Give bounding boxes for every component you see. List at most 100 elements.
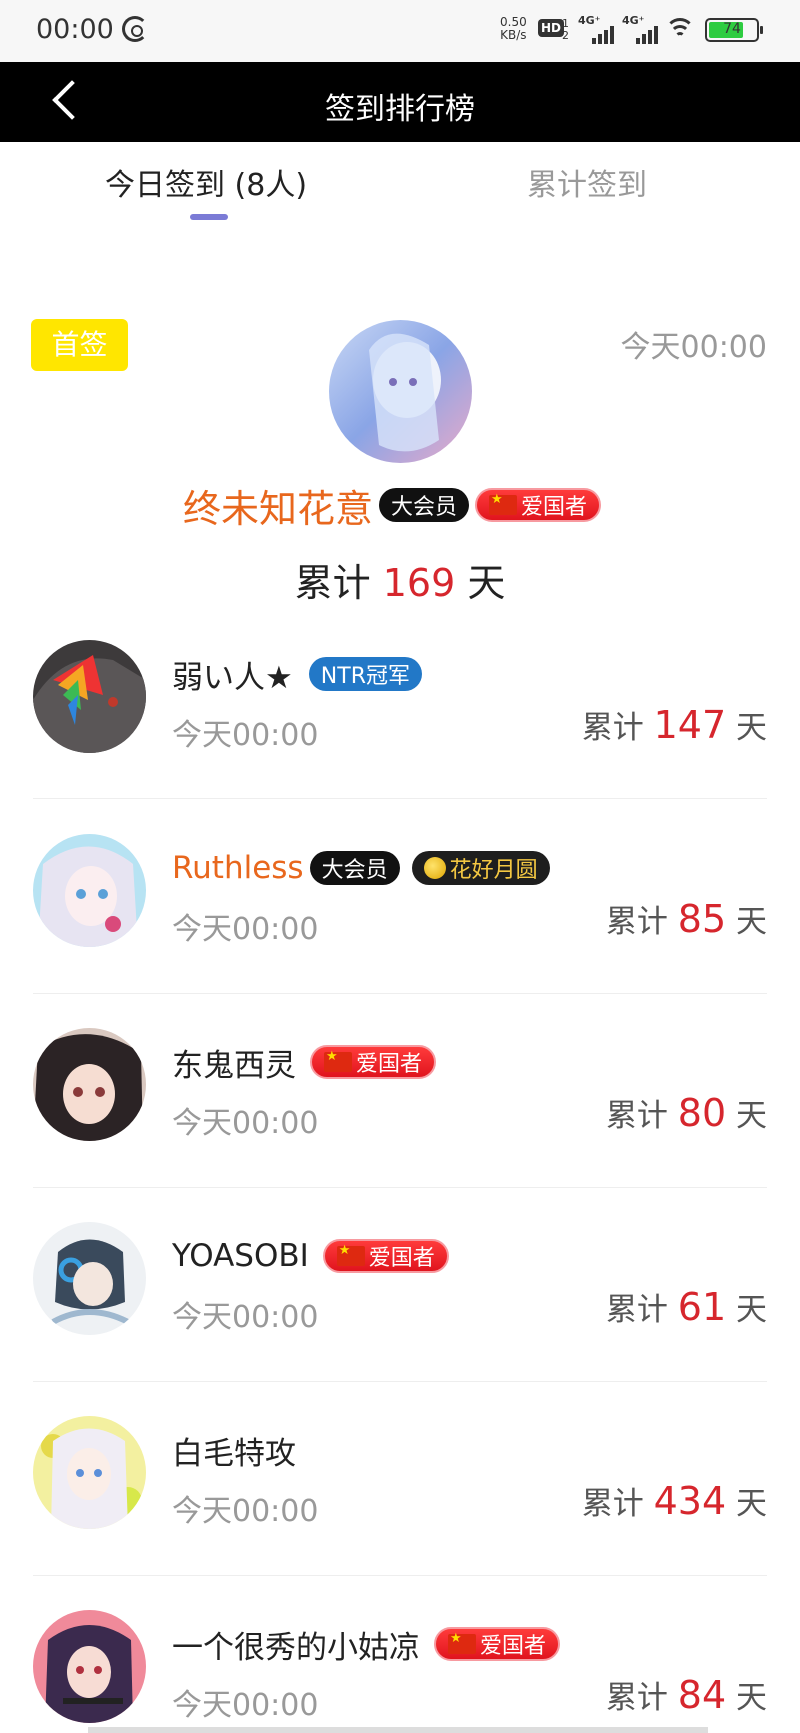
total-days: 147 — [653, 703, 727, 747]
signal-1-label: 4G⁺ — [578, 14, 601, 27]
entry-time: 今天00:00 — [172, 1494, 319, 1529]
total-prefix: 累计 — [605, 904, 668, 940]
network-speed: 0.50 KB/s — [500, 16, 527, 42]
entry-name[interactable]: 弱い人★ — [172, 652, 293, 697]
avatar[interactable] — [329, 320, 472, 463]
top-entry-name-row: 终未知花意 大会员 爱国者 — [183, 478, 602, 533]
total-suffix: 天 — [467, 561, 506, 605]
patriot-badge: 爱国者 — [475, 488, 602, 522]
avatar[interactable] — [33, 1610, 146, 1723]
patriot-badge: 爱国者 — [434, 1627, 561, 1661]
patriot-badge: 爱国者 — [310, 1045, 437, 1079]
list-item[interactable]: YOASOBI 爱国者 今天00:00 累计 61 天 — [0, 1222, 800, 1416]
entry-total: 累计 80 天 — [606, 1090, 767, 1135]
coin-icon — [423, 857, 446, 879]
china-flag-icon — [324, 1049, 352, 1072]
divider — [33, 1381, 767, 1382]
vip-badge: 大会员 — [379, 488, 470, 522]
entry-name-row: 东鬼西灵 爱国者 — [172, 1040, 437, 1085]
divider — [33, 1187, 767, 1188]
avatar[interactable] — [33, 1416, 146, 1529]
total-prefix: 累计 — [581, 710, 644, 746]
entry-name-row: 一个很秀的小姑凉 爱国者 — [172, 1622, 561, 1667]
scroll-indicator — [88, 1727, 708, 1733]
list-item[interactable]: 弱い人★ NTR冠军 今天00:00 累计 147 天 — [0, 640, 800, 834]
battery-icon: 74 — [705, 18, 763, 42]
entry-total: 累计 84 天 — [606, 1672, 767, 1717]
entry-time: 今天00:00 — [172, 1106, 319, 1141]
total-suffix: 天 — [736, 710, 767, 746]
entry-time: 今天00:00 — [172, 1300, 319, 1335]
moon-badge: 花好月圆 — [411, 851, 550, 885]
divider — [33, 993, 767, 994]
tab-cumulative[interactable]: 累计签到 — [527, 160, 647, 204]
entry-name[interactable]: 东鬼西灵 — [172, 1040, 296, 1085]
moon-badge-label: 花好月圆 — [449, 858, 538, 883]
divider — [33, 798, 767, 799]
total-days: 85 — [677, 897, 727, 941]
total-suffix: 天 — [736, 1680, 767, 1716]
app-notification-icon — [122, 16, 148, 42]
entry-name[interactable]: 一个很秀的小姑凉 — [172, 1622, 420, 1667]
entry-total: 累计 147 天 — [582, 702, 767, 747]
entry-total: 累计 85 天 — [606, 896, 767, 941]
entry-name-row: 弱い人★ NTR冠军 — [172, 652, 422, 696]
entry-name-row: YOASOBI 爱国者 — [172, 1234, 449, 1278]
total-suffix: 天 — [736, 1486, 767, 1522]
avatar[interactable] — [33, 1028, 146, 1141]
entry-time: 今天00:00 — [172, 718, 319, 753]
total-prefix: 累计 — [605, 1098, 668, 1134]
tab-today[interactable]: 今日签到 (8人) — [105, 160, 307, 204]
ntr-badge: NTR冠军 — [308, 657, 422, 691]
status-bar: 00:00 0.50 KB/s HD 1 2 4G⁺ 4G⁺ 74 — [0, 0, 800, 62]
entry-name[interactable]: YOASOBI — [172, 1238, 309, 1274]
total-suffix: 天 — [736, 1292, 767, 1328]
entry-total: 累计 61 天 — [606, 1284, 767, 1329]
total-prefix: 累计 — [294, 561, 371, 605]
total-prefix: 累计 — [581, 1486, 644, 1522]
total-prefix: 累计 — [605, 1292, 668, 1328]
patriot-badge-label: 爱国者 — [368, 1246, 435, 1271]
entry-time: 今天00:00 — [172, 912, 319, 947]
china-flag-icon — [489, 492, 518, 515]
avatar[interactable] — [33, 640, 146, 753]
patriot-badge-label: 爱国者 — [480, 1634, 547, 1659]
list-item[interactable]: 东鬼西灵 爱国者 今天00:00 累计 80 天 — [0, 1028, 800, 1222]
wifi-icon — [665, 18, 695, 42]
entry-name-row: Ruthless 大会员 花好月圆 — [172, 846, 550, 890]
signal-1-icon: 4G⁺ — [578, 14, 618, 44]
list-item[interactable]: Ruthless 大会员 花好月圆 今天00:00 累计 85 天 — [0, 834, 800, 1028]
total-days: 434 — [653, 1479, 727, 1523]
hd-voice-icon: HD — [538, 19, 565, 37]
total-days: 80 — [677, 1091, 727, 1135]
entry-name[interactable]: Ruthless — [172, 850, 304, 886]
avatar[interactable] — [33, 1222, 146, 1335]
status-time: 00:00 — [36, 14, 114, 45]
tab-active-indicator — [190, 214, 228, 220]
total-days: 84 — [677, 1673, 727, 1717]
list-item[interactable]: 一个很秀的小姑凉 爱国者 今天00:00 累计 84 天 — [0, 1610, 800, 1733]
list-item[interactable]: 白毛特攻 今天00:00 累计 434 天 — [0, 1416, 800, 1610]
network-speed-unit: KB/s — [500, 28, 527, 42]
patriot-badge: 爱国者 — [322, 1239, 449, 1273]
avatar[interactable] — [33, 834, 146, 947]
total-prefix: 累计 — [605, 1680, 668, 1716]
vip-badge: 大会员 — [309, 851, 400, 885]
patriot-badge-label: 爱国者 — [521, 495, 588, 520]
total-days: 169 — [382, 561, 456, 605]
entry-total: 累计 434 天 — [582, 1478, 767, 1523]
hd-voice-sub: 1 2 — [562, 18, 569, 42]
total-days: 61 — [677, 1285, 727, 1329]
china-flag-icon — [448, 1631, 476, 1654]
top-entry-total: 累计 169 天 — [0, 552, 800, 607]
divider — [33, 1575, 767, 1576]
top-entry-time: 今天00:00 — [620, 330, 767, 365]
china-flag-icon — [336, 1243, 365, 1266]
entry-time: 今天00:00 — [172, 1688, 319, 1723]
top-entry-name[interactable]: 终未知花意 — [183, 478, 373, 533]
entry-name-row: 白毛特攻 — [172, 1428, 296, 1472]
title-bar: 签到排行榜 — [0, 62, 800, 142]
total-suffix: 天 — [736, 1098, 767, 1134]
first-signin-badge: 首签 — [31, 319, 128, 371]
entry-name[interactable]: 白毛特攻 — [172, 1428, 296, 1473]
